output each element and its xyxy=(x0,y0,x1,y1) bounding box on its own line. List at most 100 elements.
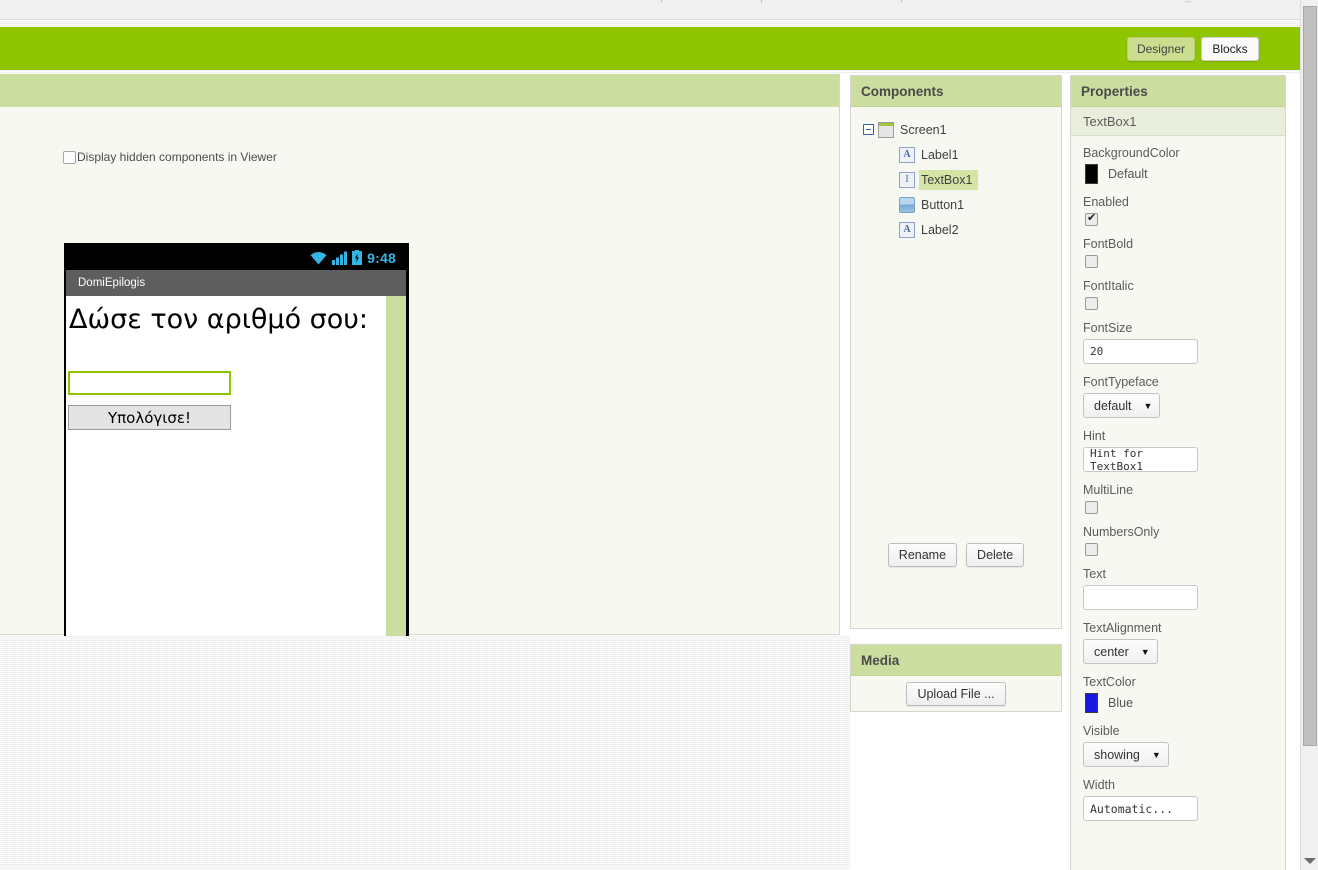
signal-icon xyxy=(332,251,348,265)
textalignment-select[interactable]: center ▼ xyxy=(1083,639,1158,664)
display-hidden-label: Display hidden components in Viewer xyxy=(77,150,277,164)
media-panel-body: Upload File ... xyxy=(851,676,1061,712)
visible-value: showing xyxy=(1094,747,1140,762)
width-button[interactable]: Automatic... xyxy=(1083,796,1198,821)
phone-clock: 9:48 xyxy=(367,249,396,266)
property-label: FontBold xyxy=(1083,237,1134,251)
textalignment-value: center xyxy=(1094,644,1129,659)
property-visible: Visible showing ▼ xyxy=(1083,724,1273,767)
color-swatch-icon xyxy=(1085,693,1098,713)
property-label: BackgroundColor xyxy=(1083,146,1180,160)
preview-button1[interactable]: Υπολόγισε! xyxy=(68,405,231,430)
properties-component-name: TextBox1 xyxy=(1071,107,1285,136)
property-label: TextAlignment xyxy=(1083,621,1162,635)
property-label: Visible xyxy=(1083,724,1120,738)
collapse-icon[interactable] xyxy=(863,124,874,135)
rename-button[interactable]: Rename xyxy=(887,543,958,567)
chevron-down-icon: ▼ xyxy=(1143,400,1153,411)
ghost-text-1: | xyxy=(660,0,663,3)
ghost-text-2: | xyxy=(760,0,763,3)
property-label: FontSize xyxy=(1083,321,1133,335)
battery-icon xyxy=(352,250,363,265)
property-label: MultiLine xyxy=(1083,483,1134,497)
components-panel: Components Screen1 A Label1 I TextBox1 B… xyxy=(850,75,1062,629)
property-numbersonly: NumbersOnly xyxy=(1083,525,1273,556)
property-width: Width Automatic... xyxy=(1083,778,1273,821)
visible-select[interactable]: showing ▼ xyxy=(1083,742,1169,767)
component-actions: Rename Delete xyxy=(851,543,1061,567)
numbersonly-checkbox[interactable] xyxy=(1085,543,1098,556)
fontbold-checkbox[interactable] xyxy=(1085,255,1098,268)
scrollbar-thumb[interactable] xyxy=(1303,6,1317,746)
enabled-checkbox[interactable] xyxy=(1085,211,1098,226)
media-title: Media xyxy=(861,652,900,668)
property-text: Text xyxy=(1083,567,1273,610)
preview-label1[interactable]: Δώσε τον αριθμό σου: xyxy=(69,304,368,335)
scroll-down-arrow-icon[interactable] xyxy=(1304,858,1316,864)
tree-item-label2[interactable]: A Label2 xyxy=(851,217,1061,242)
tree-item-textbox1[interactable]: I TextBox1 xyxy=(851,167,1061,192)
preview-textbox1[interactable] xyxy=(68,371,231,395)
properties-list: BackgroundColor Default Enabled FontBold… xyxy=(1071,136,1285,821)
page-scrollbar[interactable] xyxy=(1300,0,1318,870)
delete-button[interactable]: Delete xyxy=(966,543,1025,567)
display-hidden-components-row[interactable]: Display hidden components in Viewer xyxy=(63,150,277,164)
wifi-icon xyxy=(310,251,327,265)
property-hint: Hint Hint for TextBox1 xyxy=(1083,429,1273,473)
ghost-text-4: _- xyxy=(1185,0,1195,3)
fontitalic-checkbox[interactable] xyxy=(1085,297,1098,310)
text-input[interactable] xyxy=(1083,585,1198,610)
media-panel: Media Upload File ... xyxy=(850,644,1062,712)
property-enabled: Enabled xyxy=(1083,195,1273,226)
viewer-panel-body: Display hidden components in Viewer 9:48… xyxy=(0,107,839,724)
main-toolbar: Designer Blocks xyxy=(0,27,1300,70)
app-root: | | | _- Designer Blocks Display hidden … xyxy=(0,0,1318,870)
tree-label-textbox1: TextBox1 xyxy=(919,169,979,190)
chevron-down-icon: ▼ xyxy=(1151,749,1161,760)
upload-file-button[interactable]: Upload File ... xyxy=(906,682,1006,706)
tree-item-button1[interactable]: Button1 xyxy=(851,192,1061,217)
backgroundcolor-picker[interactable]: Default xyxy=(1083,164,1273,184)
color-swatch-icon xyxy=(1085,164,1098,184)
tree-label-button1: Button1 xyxy=(921,197,965,212)
display-hidden-checkbox[interactable] xyxy=(63,150,76,164)
property-fontbold: FontBold xyxy=(1083,237,1273,268)
tab-designer[interactable]: Designer xyxy=(1126,37,1195,61)
viewer-panel: Display hidden components in Viewer 9:48… xyxy=(0,74,840,724)
button-icon xyxy=(899,196,915,213)
component-tree: Screen1 A Label1 I TextBox1 Button1 A La… xyxy=(851,107,1061,577)
multiline-checkbox[interactable] xyxy=(1085,501,1098,514)
top-cutoff-strip: | | | _- xyxy=(0,0,1300,20)
fonttypeface-select[interactable]: default ▼ xyxy=(1083,393,1161,418)
property-fonttypeface: FontTypeface default ▼ xyxy=(1083,375,1273,418)
textcolor-value: Blue xyxy=(1108,696,1134,710)
fontsize-input[interactable]: 20 xyxy=(1083,339,1198,364)
tab-blocks[interactable]: Blocks xyxy=(1201,37,1259,61)
phone-status-bar: 9:48 xyxy=(66,245,406,270)
viewer-panel-header xyxy=(0,74,839,107)
property-label: FontItalic xyxy=(1083,279,1134,293)
label-icon: A xyxy=(899,146,915,163)
textbox-icon: I xyxy=(899,171,915,188)
tree-label-label2: Label2 xyxy=(921,222,959,237)
properties-panel: Properties TextBox1 BackgroundColor Defa… xyxy=(1070,75,1286,870)
tree-item-screen1[interactable]: Screen1 xyxy=(851,117,1061,142)
phone-app-title: DomiEpilogis xyxy=(78,277,146,289)
label-icon: A xyxy=(899,221,915,238)
property-label: Hint xyxy=(1083,429,1106,443)
property-label: Width xyxy=(1083,778,1115,792)
components-panel-header: Components xyxy=(851,76,1061,107)
ghost-text-3: | xyxy=(900,0,903,3)
media-panel-header: Media xyxy=(851,645,1061,676)
viewer-lower-gutter xyxy=(0,636,850,870)
tree-item-label1[interactable]: A Label1 xyxy=(851,142,1061,167)
components-title: Components xyxy=(861,83,944,99)
screen-icon xyxy=(878,121,894,138)
property-textcolor: TextColor Blue xyxy=(1083,675,1273,713)
property-textalignment: TextAlignment center ▼ xyxy=(1083,621,1273,664)
chevron-down-icon: ▼ xyxy=(1140,646,1150,657)
hint-input[interactable]: Hint for TextBox1 xyxy=(1083,447,1198,473)
textcolor-picker[interactable]: Blue xyxy=(1083,693,1273,713)
property-label: Enabled xyxy=(1083,195,1129,209)
properties-component-label: TextBox1 xyxy=(1083,113,1137,129)
